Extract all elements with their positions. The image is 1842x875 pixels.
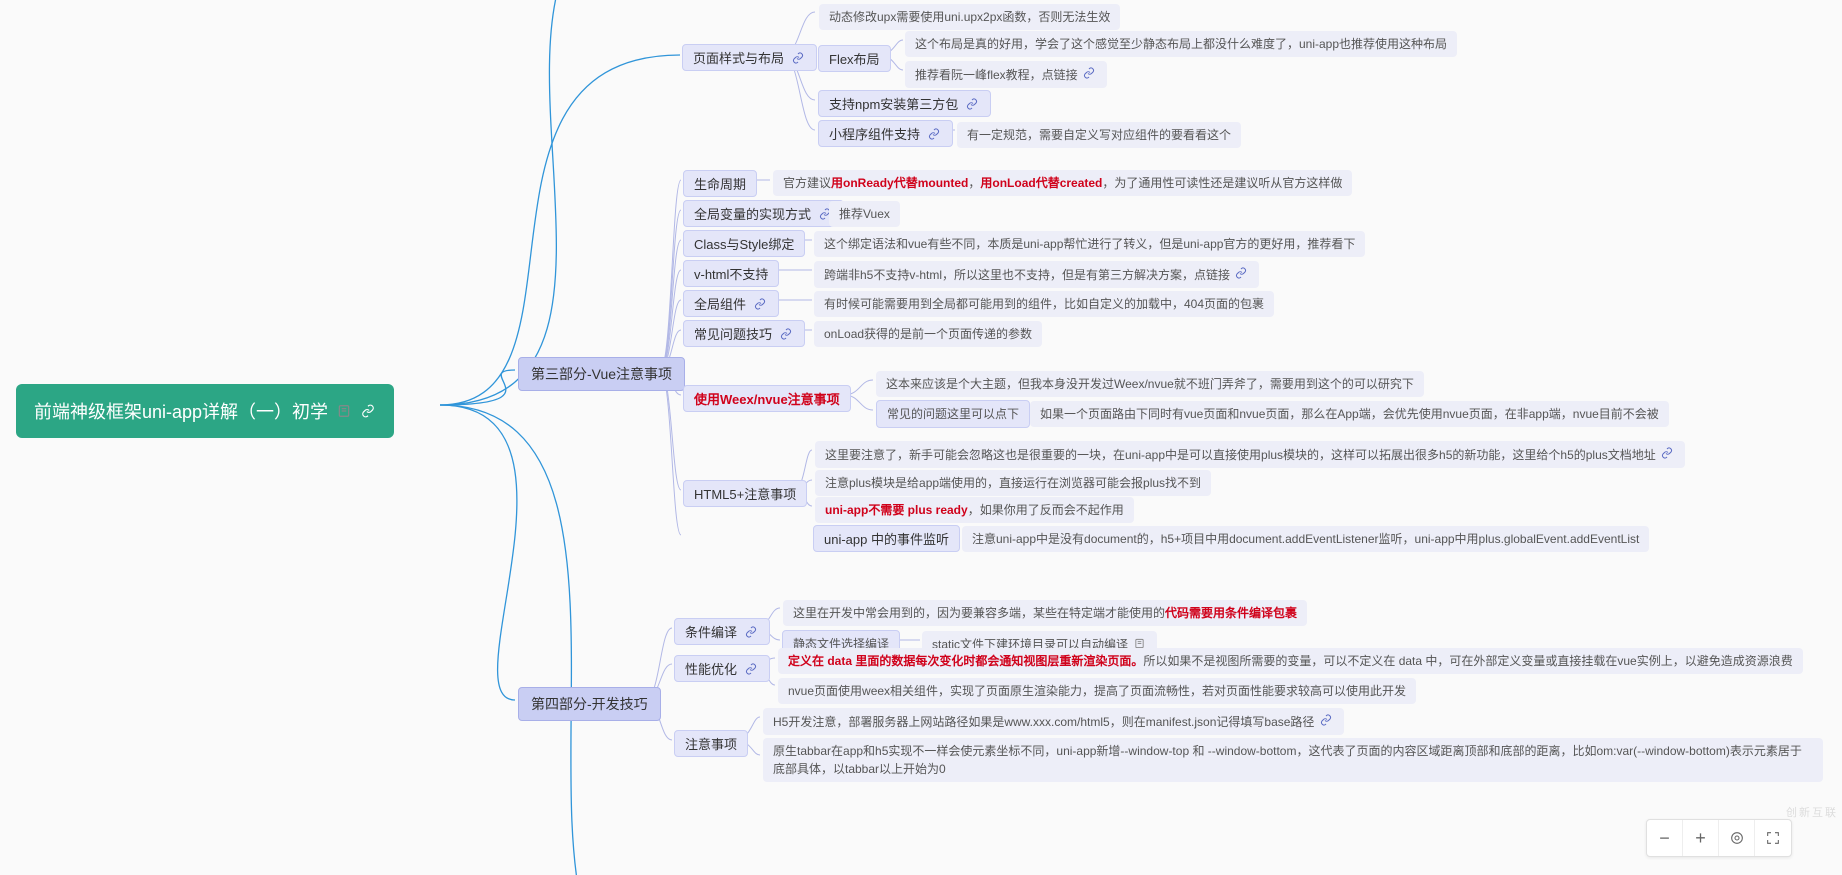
desc-html5-3: uni-app不需要 plus ready，如果你用了反而会不起作用 [815, 497, 1134, 523]
label: 条件编译 [685, 622, 737, 641]
zoom-in-button[interactable]: + [1683, 820, 1719, 856]
node-weex-faq[interactable]: 常见的问题这里可以点下 [876, 400, 1030, 428]
link-icon [964, 96, 980, 112]
node-html5[interactable]: HTML5+注意事项 [683, 480, 807, 507]
label: v-html不支持 [694, 264, 768, 283]
node-global-var[interactable]: 全局变量的实现方式 [683, 200, 844, 227]
label: 性能优化 [685, 659, 737, 678]
node-flex[interactable]: Flex布局 [818, 45, 891, 72]
link-icon [743, 624, 759, 640]
label: 支持npm安装第三方包 [829, 94, 958, 113]
node-caution[interactable]: 注意事项 [674, 730, 748, 757]
link-icon [1318, 712, 1334, 728]
desc-perf1: 定义在 data 里面的数据每次变化时都会通知视图层重新渲染页面。所以如果不是视… [778, 648, 1803, 674]
desc-lifecycle: 官方建议用onReady代替mounted，用onLoad代替created，为… [773, 170, 1352, 196]
link-icon [926, 126, 942, 142]
desc-global-comp: 有时候可能需要用到全局都可能用到的组件，比如自定义的加载中，404页面的包裹 [814, 291, 1274, 317]
node-event[interactable]: uni-app 中的事件监听 [813, 525, 960, 552]
node-global-comp[interactable]: 全局组件 [683, 290, 779, 317]
major-part3[interactable]: 第三部分-Vue注意事项 [518, 357, 685, 391]
label: 页面样式与布局 [693, 48, 784, 67]
label: Class与Style绑定 [694, 234, 794, 253]
desc-weex-faq: 如果一个页面路由下同时有vue页面和nvue页面，那么在App端，会优先使用nv… [1030, 401, 1669, 427]
root-title: 前端神级框架uni-app详解（一）初学 [34, 398, 328, 424]
label: HTML5+注意事项 [694, 484, 796, 503]
label: 全局变量的实现方式 [694, 204, 811, 223]
watermark: 创新互联 [1786, 804, 1838, 820]
fullscreen-button[interactable] [1755, 820, 1791, 856]
label: 使用Weex/nvue注意事项 [694, 389, 840, 408]
link-icon [778, 326, 794, 342]
desc-weex1: 这本来应该是个大主题，但我本身没开发过Weex/nvue就不班门弄斧了，需要用到… [876, 371, 1424, 397]
node-miniprog[interactable]: 小程序组件支持 [818, 120, 953, 147]
desc-perf2: nvue页面使用weex相关组件，实现了页面原生渲染能力，提高了页面流畅性，若对… [778, 678, 1416, 704]
desc-caution2: 原生tabbar在app和h5实现不一样会使元素坐标不同，uni-app新增--… [763, 738, 1823, 782]
root-node[interactable]: 前端神级框架uni-app详解（一）初学 [16, 384, 394, 438]
desc-global-var: 推荐Vuex [829, 201, 900, 227]
node-weex[interactable]: 使用Weex/nvue注意事项 [683, 385, 851, 412]
node-class-style[interactable]: Class与Style绑定 [683, 230, 805, 257]
desc-html5-1: 这里要注意了，新手可能会忽略这也是很重要的一块，在uni-app中是可以直接使用… [815, 441, 1685, 468]
note-icon [336, 403, 352, 419]
zoom-toolbar: − + [1646, 819, 1792, 857]
label: 小程序组件支持 [829, 124, 920, 143]
node-perf[interactable]: 性能优化 [674, 655, 770, 682]
link-icon [790, 50, 806, 66]
major-part4[interactable]: 第四部分-开发技巧 [518, 687, 661, 721]
desc-cond1: 这里在开发中常会用到的，因为要兼容多端，某些在特定端才能使用的代码需要用条件编译… [783, 600, 1307, 626]
desc-class-style: 这个绑定语法和vue有些不同，本质是uni-app帮忙进行了转义，但是uni-a… [814, 231, 1365, 257]
recenter-button[interactable] [1719, 820, 1755, 856]
label: 常见问题技巧 [694, 324, 772, 343]
desc-flex1: 这个布局是真的好用，学会了这个感觉至少静态布局上都没什么难度了，uni-app也… [905, 31, 1457, 57]
label: uni-app 中的事件监听 [824, 529, 949, 548]
desc-caution1: H5开发注意，部署服务器上网站路径如果是www.xxx.com/html5，则在… [763, 708, 1344, 735]
link-icon [1659, 445, 1675, 461]
node-vhtml[interactable]: v-html不支持 [683, 260, 779, 287]
desc-vhtml: 跨端非h5不支持v-html，所以这里也不支持，但是有第三方解决方案，点链接 [814, 261, 1259, 288]
link-icon [1233, 265, 1249, 281]
label: 全局组件 [694, 294, 746, 313]
label: 注意事项 [685, 734, 737, 753]
node-page-style[interactable]: 页面样式与布局 [682, 44, 817, 71]
node-lifecycle[interactable]: 生命周期 [683, 170, 757, 197]
link-icon [360, 403, 376, 419]
desc-upx: 动态修改upx需要使用uni.upx2px函数，否则无法生效 [819, 4, 1120, 30]
desc-faq: onLoad获得的是前一个页面传递的参数 [814, 321, 1042, 347]
node-npm[interactable]: 支持npm安装第三方包 [818, 90, 991, 117]
desc-html5-2: 注意plus模块是给app端使用的，直接运行在浏览器可能会报plus找不到 [815, 470, 1211, 496]
desc-flex2: 推荐看阮一峰flex教程，点链接 [905, 61, 1107, 88]
zoom-out-button[interactable]: − [1647, 820, 1683, 856]
desc-event: 注意uni-app中是没有document的，h5+项目中用document.a… [962, 526, 1649, 552]
link-icon [752, 296, 768, 312]
node-cond[interactable]: 条件编译 [674, 618, 770, 645]
node-faq[interactable]: 常见问题技巧 [683, 320, 805, 347]
label: Flex布局 [829, 49, 880, 68]
link-icon [743, 661, 759, 677]
link-icon [1081, 65, 1097, 81]
desc-miniprog: 有一定规范，需要自定义写对应组件的要看看这个 [957, 122, 1241, 148]
